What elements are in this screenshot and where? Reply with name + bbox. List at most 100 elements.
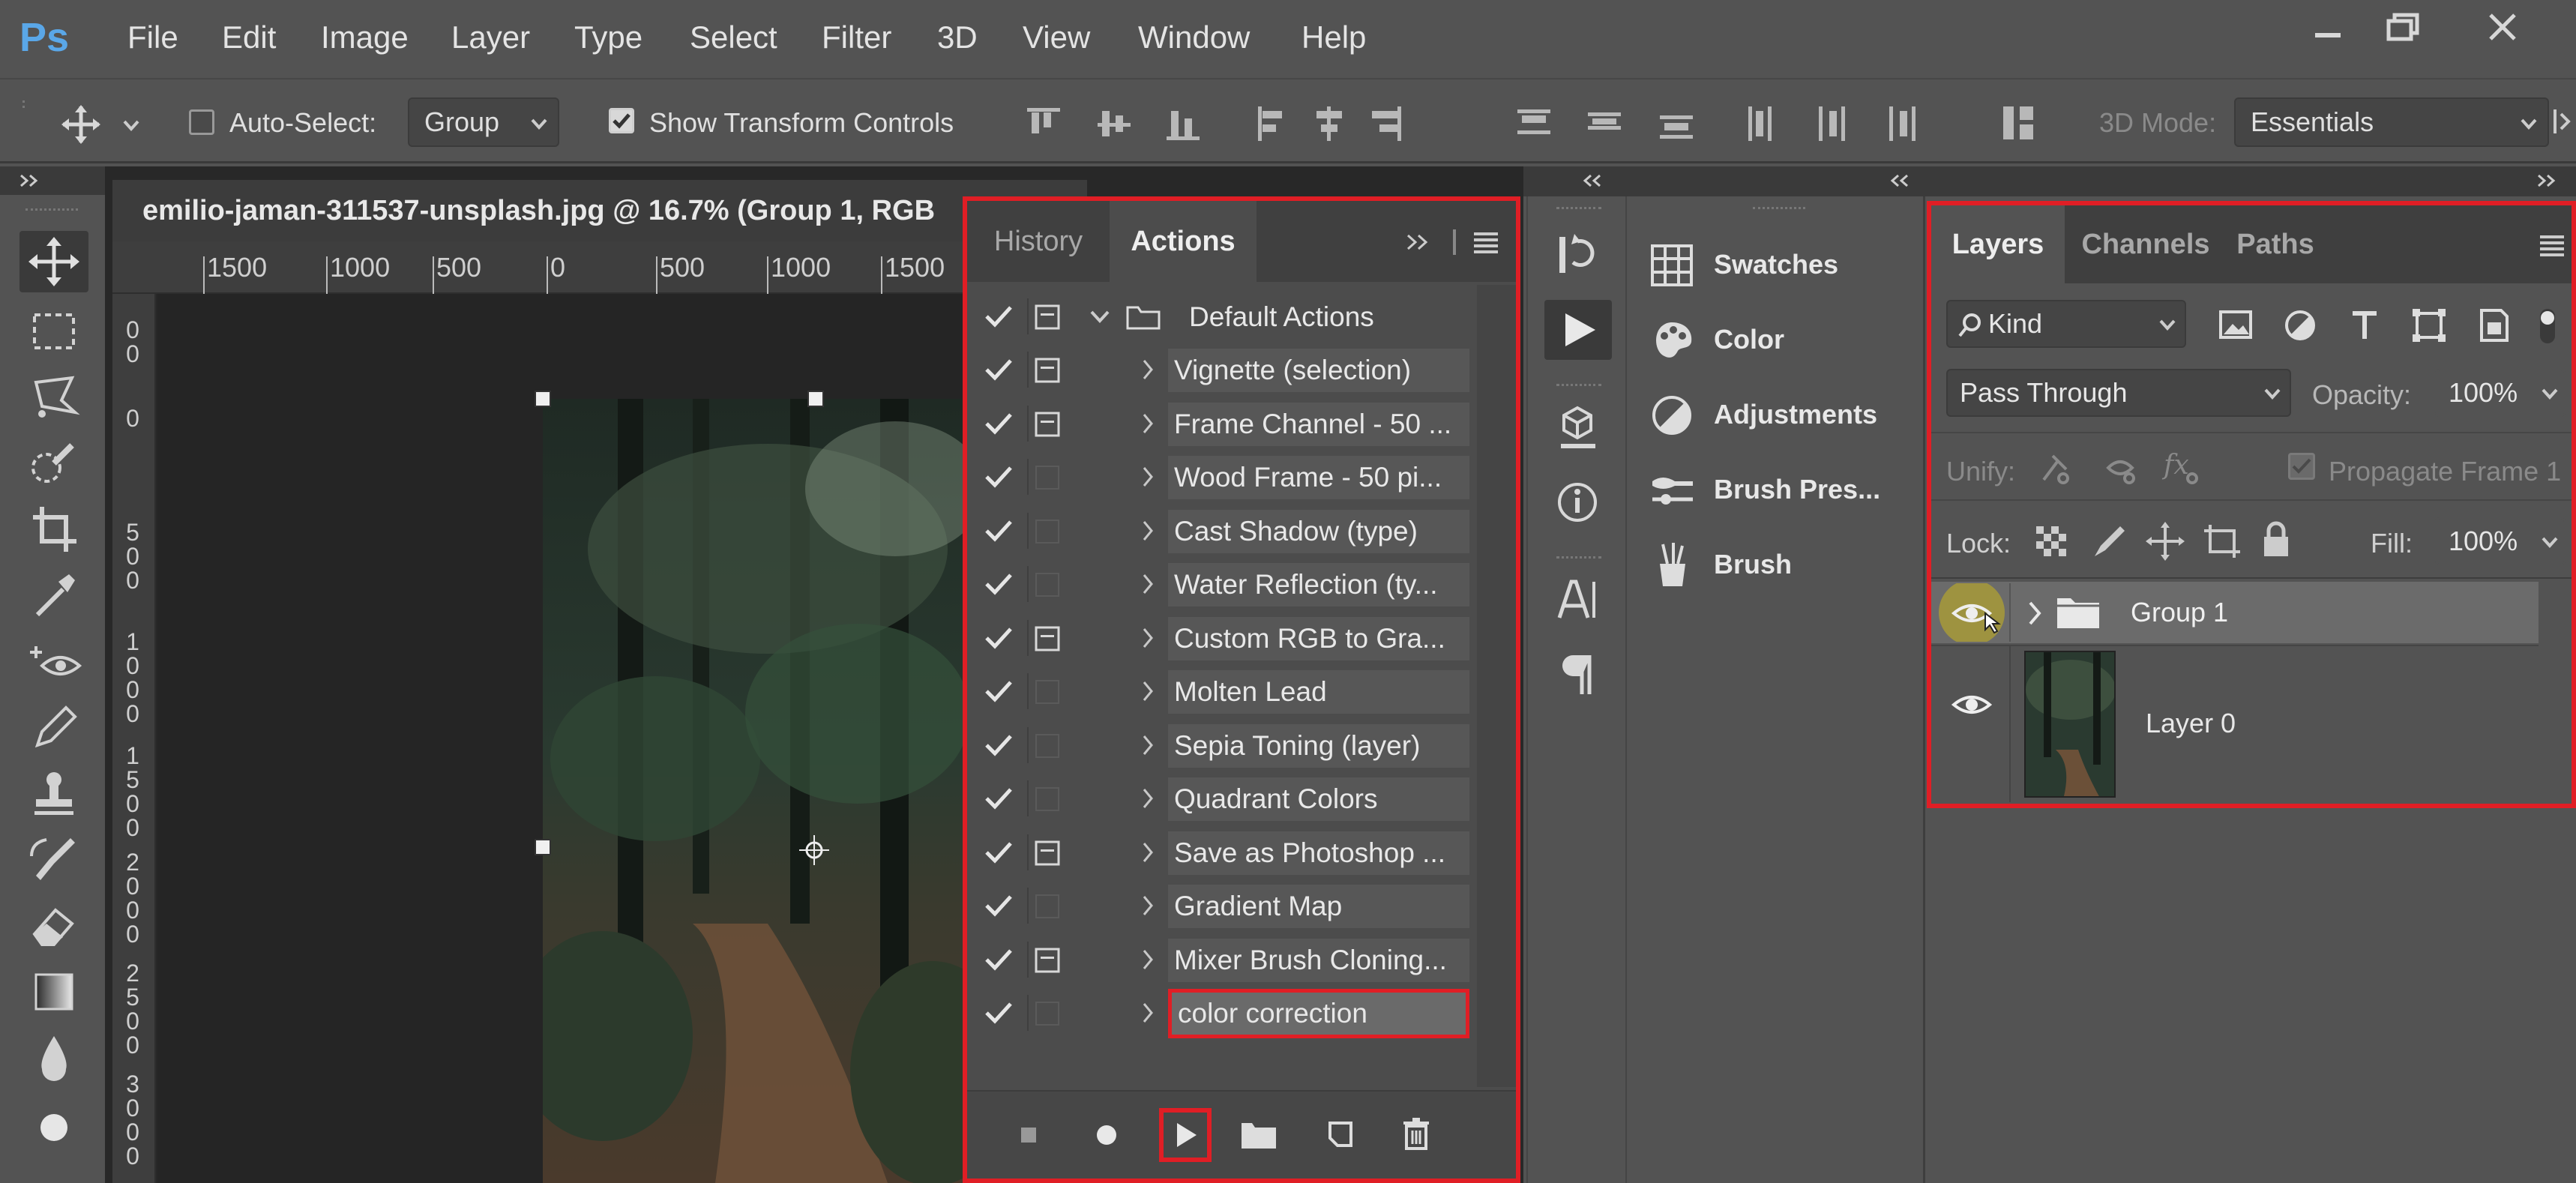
history-panel-button[interactable] [1544,226,1612,286]
quick-selection-tool[interactable] [19,433,88,495]
lasso-tool[interactable] [19,367,88,429]
brush-panel-button[interactable]: Brush [1645,532,1922,600]
menu-help[interactable]: Help [1301,16,1366,58]
new-set-button[interactable] [1239,1117,1281,1153]
layer-row-layer-0[interactable]: Layer 0 [1931,646,2539,802]
spot-healing-tool[interactable] [19,631,88,693]
menu-3d[interactable]: 3D [937,16,978,58]
action-row[interactable]: Cast Shadow (type) [967,505,1492,559]
dodge-tool[interactable] [19,1093,88,1155]
swatches-panel-button[interactable]: Swatches [1645,232,1922,300]
menu-file[interactable]: File [127,16,178,58]
action-row[interactable]: Vignette (selection) [967,344,1492,397]
menu-window[interactable]: Window [1138,16,1250,58]
play-selection-button[interactable] [1159,1108,1212,1162]
dialog-toggle[interactable] [1027,459,1062,495]
action-row[interactable]: Molten Lead [967,666,1492,719]
forest-path-photo[interactable] [543,399,967,1183]
auto-select-mode-dropdown[interactable]: Group [408,97,559,147]
fill-field[interactable]: 100% [2435,517,2566,565]
dialog-toggle[interactable] [1027,942,1062,978]
dialog-toggle[interactable] [1027,566,1062,602]
panel-menu-icon[interactable] [1469,228,1502,255]
menu-filter[interactable]: Filter [822,16,891,58]
transform-center-icon[interactable] [798,834,831,867]
visibility-toggle[interactable] [1933,646,2011,802]
dialog-toggle[interactable] [1027,406,1062,442]
dialog-toggle[interactable] [1027,995,1062,1031]
character-panel-button[interactable] [1544,571,1612,631]
record-button[interactable] [1090,1119,1123,1152]
stop-button[interactable] [1012,1119,1045,1152]
action-row[interactable]: Sepia Toning (layer) [967,720,1492,773]
panel-menu-icon[interactable] [2536,231,2569,258]
3d-panel-button[interactable] [1544,399,1612,459]
color-panel-button[interactable]: Color [1645,307,1922,375]
menu-type[interactable]: Type [574,16,643,58]
marquee-tool[interactable] [19,301,88,363]
expand-toolbar-icon[interactable] [16,169,46,192]
menu-select[interactable]: Select [690,16,777,58]
paragraph-panel-button[interactable] [1544,645,1612,705]
collapse-panel-icon[interactable] [1580,169,1610,192]
action-row[interactable]: Mixer Brush Cloning... [967,934,1492,987]
history-brush-tool[interactable] [19,829,88,891]
action-row[interactable]: Frame Channel - 50 ... [967,398,1492,451]
workspace-dropdown[interactable]: Essentials [2234,97,2549,147]
opacity-field[interactable]: 100% [2435,369,2566,417]
close-button[interactable] [2473,6,2533,48]
dialog-toggle[interactable] [1027,673,1062,709]
workspace-switcher-icon[interactable] [2552,106,2573,136]
tab-paths[interactable]: Paths [2227,205,2324,283]
brush-tool[interactable] [19,697,88,759]
minimize-button[interactable] [2297,6,2357,48]
dialog-toggle[interactable] [1027,834,1062,870]
action-row[interactable]: Custom RGB to Gra... [967,612,1492,666]
adjustments-panel-button[interactable]: Adjustments [1645,382,1922,450]
transform-handle[interactable] [807,391,824,407]
eraser-tool[interactable] [19,895,88,957]
move-tool-preset-button[interactable] [57,102,109,147]
gradient-tool[interactable] [19,961,88,1023]
document-tab[interactable]: emilio-jaman-311537-unsplash.jpg @ 16.7%… [112,180,1087,241]
tab-channels[interactable]: Channels [2071,205,2221,283]
delete-button[interactable] [1397,1114,1435,1153]
action-row[interactable]: Quadrant Colors [967,773,1492,826]
action-row[interactable]: Gradient Map [967,880,1492,933]
crop-tool[interactable] [19,499,88,561]
menu-image[interactable]: Image [321,16,409,58]
collapse-panel-icon[interactable] [1888,169,1918,192]
propagate-frame-checkbox[interactable] [2288,453,2315,480]
dialog-toggle[interactable] [1027,298,1062,334]
action-row[interactable]: Water Reflection (ty... [967,559,1492,612]
new-action-button[interactable] [1322,1116,1360,1153]
dialog-toggle[interactable] [1027,727,1062,763]
move-tool[interactable] [19,231,88,292]
menu-edit[interactable]: Edit [222,16,276,58]
dialog-toggle[interactable] [1027,352,1062,388]
show-transform-controls-checkbox[interactable] [609,108,634,133]
actions-panel-button[interactable] [1544,300,1612,360]
menu-layer[interactable]: Layer [451,16,530,58]
filter-kind-dropdown[interactable]: Kind [1946,300,2186,348]
tab-actions[interactable]: Actions [1110,201,1257,282]
chevron-down-icon[interactable] [120,114,142,136]
action-row[interactable]: Save as Photoshop ... [967,827,1492,880]
dialog-toggle[interactable] [1027,780,1062,816]
blend-mode-dropdown[interactable]: Pass Through [1946,369,2291,417]
visibility-toggle[interactable] [1933,583,2011,642]
action-row[interactable]: Wood Frame - 50 pi... [967,451,1492,505]
collapse-tabs-icon[interactable] [1402,231,1439,253]
transform-handle[interactable] [535,391,551,407]
action-set-row[interactable]: Default Actions [967,291,1492,344]
auto-select-checkbox[interactable] [189,109,214,135]
dialog-toggle[interactable] [1027,620,1062,656]
layer-row-group-1[interactable]: Group 1 [1931,582,2539,643]
transform-handle[interactable] [535,839,551,855]
menu-view[interactable]: View [1023,16,1090,58]
tab-layers[interactable]: Layers [1931,205,2065,283]
tab-history[interactable]: History [975,201,1102,282]
dialog-toggle[interactable] [1027,513,1062,549]
blur-tool[interactable] [19,1027,88,1089]
auto-align-icon[interactable] [1997,100,2042,145]
